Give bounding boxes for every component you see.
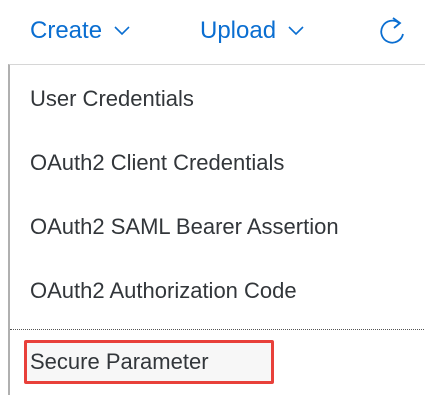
menu-item-label: OAuth2 Client Credentials bbox=[30, 150, 285, 175]
menu-item-label: User Credentials bbox=[30, 86, 194, 111]
create-dropdown-menu: User Credentials OAuth2 Client Credentia… bbox=[8, 64, 425, 395]
upload-menu-button[interactable]: Upload bbox=[200, 14, 304, 48]
menu-item-label: OAuth2 SAML Bearer Assertion bbox=[30, 214, 339, 239]
chevron-down-icon bbox=[114, 26, 130, 36]
menu-item-label: Secure Parameter bbox=[30, 348, 209, 374]
menu-item-label: OAuth2 Authorization Code bbox=[30, 278, 297, 303]
create-menu-button[interactable]: Create bbox=[30, 14, 130, 48]
menu-item-secure-parameter[interactable]: Secure Parameter bbox=[10, 329, 425, 393]
upload-label: Upload bbox=[200, 17, 277, 44]
menu-item-oauth2-saml-bearer-assertion[interactable]: OAuth2 SAML Bearer Assertion bbox=[10, 195, 425, 259]
toolbar: Create Upload bbox=[0, 0, 425, 64]
menu-item-oauth2-authorization-code[interactable]: OAuth2 Authorization Code bbox=[10, 259, 425, 323]
menu-item-user-credentials[interactable]: User Credentials bbox=[10, 67, 425, 131]
refresh-button[interactable] bbox=[378, 12, 408, 48]
menu-item-oauth2-client-credentials[interactable]: OAuth2 Client Credentials bbox=[10, 131, 425, 195]
create-label: Create bbox=[30, 17, 103, 44]
refresh-icon bbox=[380, 17, 404, 44]
chevron-down-icon bbox=[288, 26, 304, 36]
